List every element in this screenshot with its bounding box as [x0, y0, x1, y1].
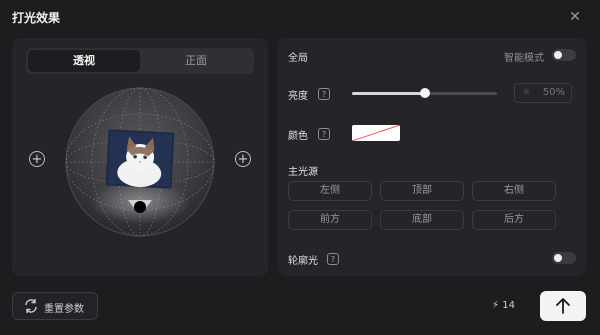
- footer-bar: 重置参数 ⚡ 14: [0, 284, 600, 335]
- brightness-value: 50%: [542, 87, 565, 98]
- light-sphere-graphic: [65, 87, 215, 237]
- rim-light-toggle[interactable]: [552, 252, 576, 264]
- arrow-up-icon: [556, 298, 570, 314]
- light-source-right[interactable]: 右侧: [472, 181, 556, 201]
- lighting-dialog: 打光效果 ✕ 透视 正面 + + 全局 智能模式 亮度 ? ☼ 50% 颜色 ?…: [0, 0, 600, 335]
- light-sphere[interactable]: [62, 84, 218, 244]
- rim-light-label: 轮廓光: [288, 256, 318, 267]
- refresh-icon: [24, 298, 38, 318]
- dialog-title: 打光效果: [12, 11, 61, 25]
- brightness-help-icon[interactable]: ?: [318, 88, 330, 100]
- main-light-label: 主光源: [288, 167, 318, 178]
- light-source-top[interactable]: 顶部: [380, 181, 464, 201]
- view-segmented-control: 透视 正面: [26, 48, 254, 74]
- toggle-knob: [554, 51, 562, 59]
- swatch-slash: [352, 125, 400, 141]
- smart-mode-toggle[interactable]: [552, 49, 576, 61]
- credits-count: 14: [502, 300, 515, 311]
- light-source-left[interactable]: 左侧: [288, 181, 372, 201]
- light-preview-panel: 透视 正面 + +: [12, 38, 268, 276]
- color-label: 颜色: [288, 131, 308, 142]
- global-label: 全局: [288, 53, 308, 64]
- submit-button[interactable]: [540, 291, 586, 321]
- reset-label: 重置参数: [44, 304, 84, 315]
- light-source-back[interactable]: 后方: [472, 210, 556, 230]
- color-help-icon[interactable]: ?: [318, 128, 330, 140]
- tab-front[interactable]: 正面: [140, 50, 252, 72]
- rim-light-help-icon[interactable]: ?: [327, 253, 339, 265]
- smart-mode-label: 智能模式: [504, 53, 544, 64]
- light-source-bottom[interactable]: 底部: [380, 210, 464, 230]
- brightness-slider-thumb[interactable]: [419, 88, 430, 98]
- add-left-light-icon[interactable]: +: [29, 151, 45, 167]
- brightness-value-field[interactable]: ☼ 50%: [514, 83, 572, 103]
- add-right-light-icon[interactable]: +: [235, 151, 251, 167]
- tab-perspective[interactable]: 透视: [28, 50, 140, 72]
- color-swatch[interactable]: [352, 125, 400, 141]
- close-icon[interactable]: ✕: [566, 8, 584, 26]
- lightning-icon: ⚡: [492, 300, 500, 311]
- toggle-knob: [554, 254, 562, 262]
- brightness-label: 亮度: [288, 91, 308, 102]
- brightness-slider-fill: [352, 92, 425, 95]
- credits-indicator: ⚡ 14: [492, 300, 515, 311]
- reset-params-button[interactable]: 重置参数: [12, 292, 98, 320]
- settings-panel: 全局 智能模式 亮度 ? ☼ 50% 颜色 ? 主光源 左侧 顶部 右侧 前方 …: [278, 38, 586, 276]
- brightness-slider[interactable]: [352, 88, 497, 98]
- sun-icon: ☼: [522, 87, 531, 98]
- light-source-front[interactable]: 前方: [288, 210, 372, 230]
